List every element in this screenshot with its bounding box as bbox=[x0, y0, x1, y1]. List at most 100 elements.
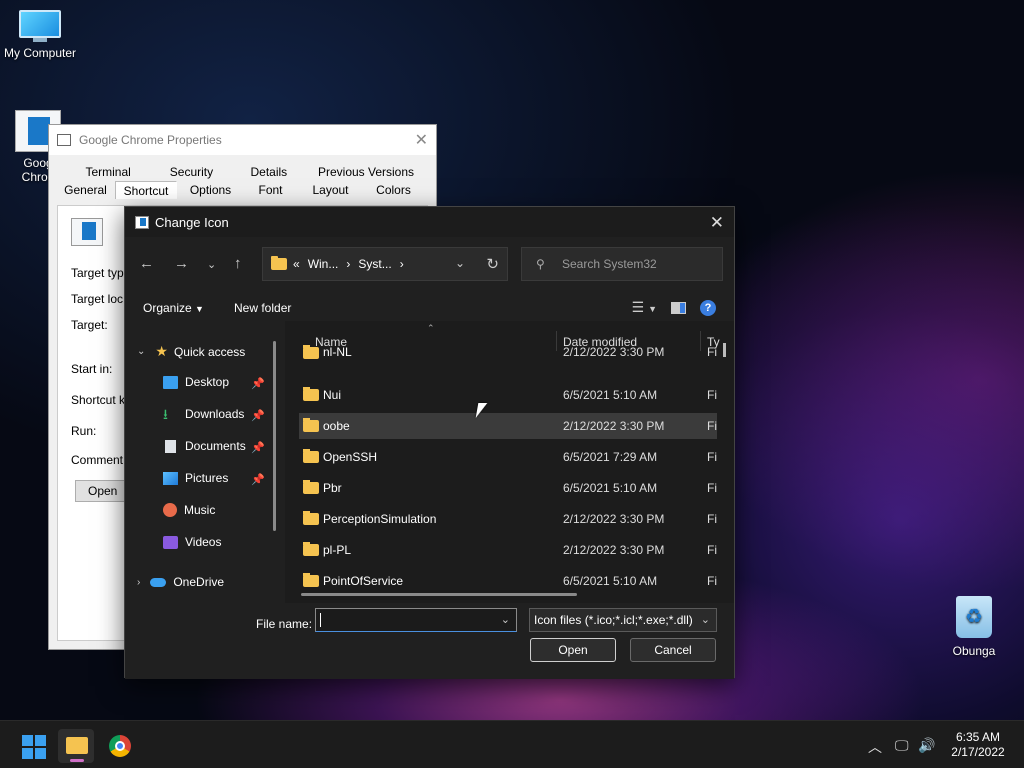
tab-options[interactable]: Options bbox=[177, 181, 245, 199]
dialog-icon bbox=[135, 215, 149, 229]
file-row[interactable]: nl-NL 2/12/2022 3:30 PM Fi bbox=[299, 343, 717, 361]
address-bar[interactable]: « Win... › Syst... › ⌄ ↻ bbox=[262, 247, 508, 281]
new-folder-button[interactable]: New folder bbox=[234, 301, 291, 315]
file-row[interactable]: OpenSSH 6/5/2021 7:29 AM Fi bbox=[299, 444, 717, 470]
start-button[interactable] bbox=[16, 729, 52, 763]
search-input[interactable]: ⚲ Search System32 bbox=[521, 247, 723, 281]
up-arrow-icon[interactable]: ↑ bbox=[234, 255, 242, 272]
search-icon: ⚲ bbox=[536, 257, 545, 271]
tab-terminal[interactable]: Terminal bbox=[67, 163, 150, 181]
tab-layout[interactable]: Layout bbox=[297, 181, 365, 199]
folder-icon bbox=[303, 345, 319, 359]
file-row[interactable]: PointOfService 6/5/2021 5:10 AM Fi bbox=[299, 568, 717, 594]
file-name: nl-NL bbox=[323, 345, 352, 359]
nav-downloads[interactable]: ⭳ Downloads bbox=[163, 405, 244, 422]
nav-music[interactable]: Music bbox=[163, 503, 215, 517]
breadcrumb-overflow[interactable]: « bbox=[293, 257, 300, 271]
file-row[interactable]: oobe 2/12/2022 3:30 PM Fi bbox=[299, 413, 717, 439]
taskbar: ︿ 🖵 🔊 6:35 AM 2/17/2022 bbox=[0, 720, 1024, 768]
nav-pictures[interactable]: Pictures bbox=[163, 471, 228, 485]
videos-icon bbox=[163, 535, 178, 549]
address-dropdown-icon[interactable]: ⌄ bbox=[455, 256, 465, 270]
pin-icon[interactable]: 📌 bbox=[251, 441, 265, 454]
chevron-down-icon: ⌄ bbox=[137, 346, 146, 357]
clock-time: 6:35 AM bbox=[955, 730, 1001, 744]
desktop-icon-label: My Computer bbox=[3, 46, 77, 60]
desktop-folder-icon bbox=[163, 375, 178, 389]
tab-details[interactable]: Details bbox=[234, 163, 305, 181]
volume-icon[interactable]: 🔊 bbox=[918, 737, 935, 754]
tab-colors[interactable]: Colors bbox=[365, 181, 423, 199]
recent-locations-chevron-icon[interactable]: ⌄ bbox=[207, 258, 216, 271]
file-date: 6/5/2021 5:10 AM bbox=[563, 481, 658, 495]
open-button[interactable]: Open bbox=[530, 638, 616, 662]
file-type-select[interactable]: Icon files (*.ico;*.icl;*.exe;*.dll) ⌄ bbox=[529, 608, 717, 632]
nav-pane-scrollbar[interactable] bbox=[273, 341, 276, 531]
taskbar-file-explorer[interactable] bbox=[58, 729, 94, 763]
folder-icon bbox=[303, 480, 319, 494]
show-hidden-icons-chevron-icon[interactable]: ︿ bbox=[868, 737, 882, 757]
navigation-bar: ← → ⌄ ↑ « Win... › Syst... › ⌄ ↻ ⚲ Searc… bbox=[125, 247, 734, 283]
document-icon bbox=[165, 439, 176, 453]
properties-tabs: Terminal Security Details Previous Versi… bbox=[49, 155, 436, 203]
help-icon[interactable]: ? bbox=[700, 299, 716, 316]
window-icon bbox=[57, 134, 71, 146]
text-cursor bbox=[320, 613, 321, 627]
file-row[interactable]: PerceptionSimulation 2/12/2022 3:30 PM Fi bbox=[299, 506, 717, 532]
file-row[interactable]: pl-PL 2/12/2022 3:30 PM Fi bbox=[299, 537, 717, 563]
desktop-icon-my-computer[interactable]: My Computer bbox=[0, 10, 80, 60]
desktop-icon-recycle-bin[interactable]: ♻ Obunga bbox=[944, 596, 1004, 658]
view-options-icon[interactable]: ☰ ▼ bbox=[632, 299, 657, 316]
tab-general[interactable]: General bbox=[57, 181, 115, 199]
system-clock[interactable]: 6:35 AM 2/17/2022 bbox=[940, 730, 1016, 760]
sort-up-icon: ⌃ bbox=[427, 323, 435, 333]
nav-quick-access[interactable]: ⌄ ★ Quick access bbox=[137, 343, 245, 360]
tab-font[interactable]: Font bbox=[245, 181, 297, 199]
navigation-pane: ⌄ ★ Quick access Desktop 📌 ⭳ Downloads 📌… bbox=[127, 327, 282, 602]
file-name-input[interactable]: ⌄ bbox=[315, 608, 517, 632]
cancel-button[interactable]: Cancel bbox=[630, 638, 716, 662]
file-date: 6/5/2021 7:29 AM bbox=[563, 450, 658, 464]
forward-arrow-icon[interactable]: → bbox=[174, 255, 189, 272]
target-label: Target: bbox=[71, 318, 108, 332]
tab-shortcut[interactable]: Shortcut bbox=[115, 181, 177, 199]
breadcrumb-separator[interactable]: › bbox=[400, 257, 404, 271]
organize-button[interactable]: Organize ▼ bbox=[143, 301, 204, 315]
nav-documents[interactable]: Documents bbox=[163, 439, 246, 453]
file-name: Pbr bbox=[323, 481, 342, 495]
nav-desktop[interactable]: Desktop bbox=[163, 375, 229, 389]
clock-date: 2/17/2022 bbox=[951, 745, 1005, 759]
breadcrumb-windows[interactable]: Win... bbox=[308, 257, 339, 271]
nav-onedrive[interactable]: › OneDrive bbox=[137, 575, 224, 589]
folder-icon bbox=[303, 573, 319, 587]
file-type: Fi bbox=[707, 388, 717, 402]
file-row[interactable]: Pbr 6/5/2021 5:10 AM Fi bbox=[299, 475, 717, 501]
breadcrumb-system32[interactable]: Syst... bbox=[358, 257, 391, 271]
download-icon: ⭳ bbox=[163, 405, 168, 422]
folder-icon bbox=[303, 542, 319, 556]
refresh-icon[interactable]: ↻ bbox=[486, 255, 499, 273]
file-type: Fi bbox=[707, 419, 717, 433]
horizontal-scrollbar[interactable] bbox=[301, 593, 577, 596]
nav-videos[interactable]: Videos bbox=[163, 535, 221, 549]
file-type: Fi bbox=[707, 450, 717, 464]
preview-pane-icon[interactable] bbox=[671, 301, 686, 314]
tab-security[interactable]: Security bbox=[150, 163, 233, 181]
taskbar-chrome[interactable] bbox=[102, 729, 138, 763]
file-name: PointOfService bbox=[323, 574, 404, 588]
file-row[interactable]: Nui 6/5/2021 5:10 AM Fi bbox=[299, 382, 717, 408]
pin-icon[interactable]: 📌 bbox=[251, 409, 265, 422]
network-icon[interactable]: 🖵 bbox=[895, 737, 909, 754]
folder-icon bbox=[303, 418, 319, 432]
dropdown-arrow-icon: ▼ bbox=[195, 304, 204, 314]
back-arrow-icon[interactable]: ← bbox=[139, 255, 154, 272]
file-list-scrollbar[interactable] bbox=[723, 343, 726, 357]
star-icon: ★ bbox=[155, 343, 168, 359]
close-icon[interactable]: ✕ bbox=[710, 213, 724, 233]
pin-icon[interactable]: 📌 bbox=[251, 473, 265, 486]
close-icon[interactable]: ✕ bbox=[415, 130, 428, 150]
pin-icon[interactable]: 📌 bbox=[251, 377, 265, 390]
tab-previous-versions[interactable]: Previous Versions bbox=[305, 163, 428, 181]
file-date: 6/5/2021 5:10 AM bbox=[563, 388, 658, 402]
chevron-down-icon[interactable]: ⌄ bbox=[501, 613, 510, 626]
